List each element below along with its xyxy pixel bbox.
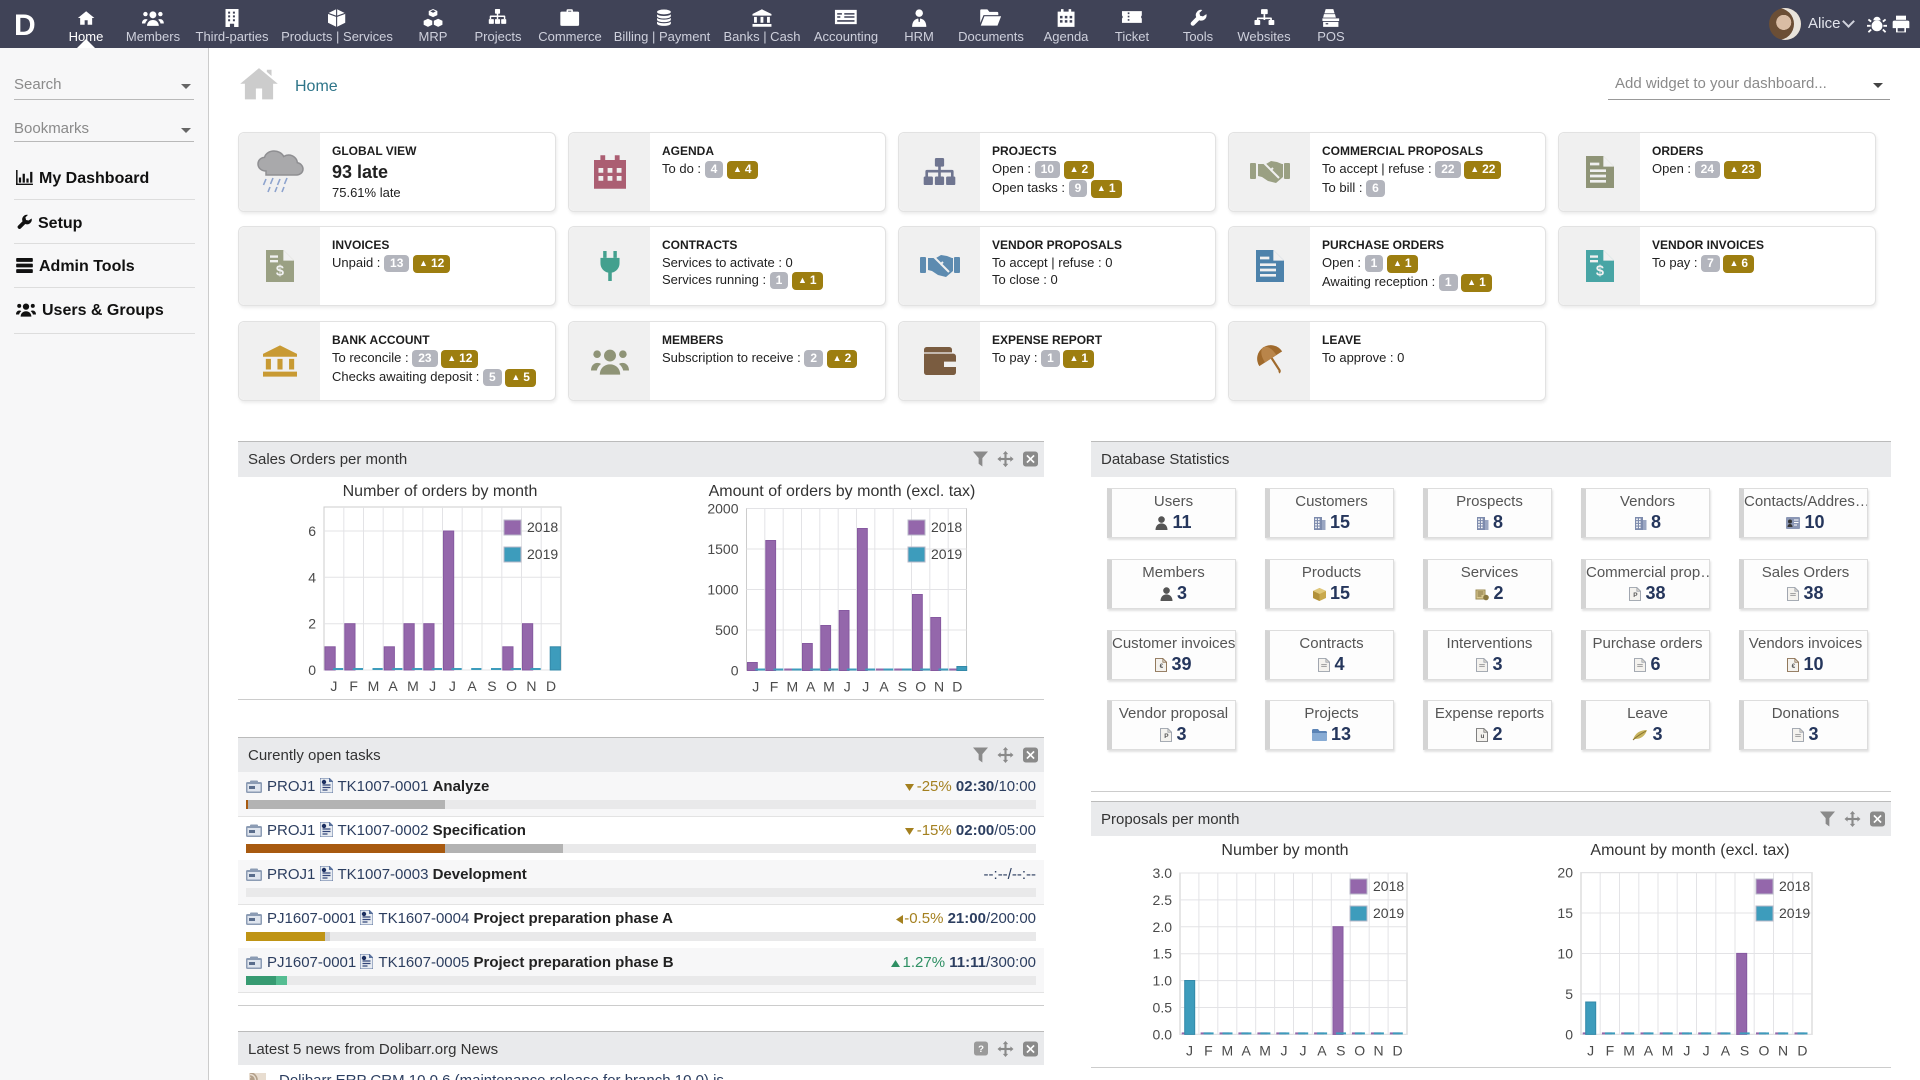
svg-text:O: O (1354, 1042, 1365, 1058)
svg-text:2.5: 2.5 (1153, 892, 1173, 908)
svg-text:6: 6 (308, 523, 316, 539)
svg-text:M: M (368, 678, 380, 694)
svg-text:J: J (1703, 1042, 1710, 1058)
svg-text:J: J (752, 679, 759, 695)
svg-text:2018: 2018 (527, 519, 558, 535)
svg-text:1000: 1000 (707, 582, 738, 598)
svg-text:20: 20 (1557, 865, 1573, 881)
svg-text:S: S (1740, 1042, 1749, 1058)
svg-text:F: F (349, 678, 358, 694)
svg-text:J: J (862, 679, 869, 695)
svg-text:5: 5 (1565, 986, 1573, 1002)
svg-text:4: 4 (308, 569, 316, 585)
svg-text:0: 0 (308, 662, 316, 678)
svg-text:2019: 2019 (1779, 905, 1810, 921)
svg-text:Amount by month (excl. tax): Amount by month (excl. tax) (1590, 842, 1789, 859)
svg-text:J: J (1300, 1042, 1307, 1058)
svg-text:D: D (952, 679, 962, 695)
svg-text:N: N (526, 678, 536, 694)
svg-text:A: A (1721, 1042, 1731, 1058)
svg-text:A: A (467, 678, 477, 694)
svg-text:$: $ (1595, 263, 1603, 279)
svg-text:F: F (1204, 1042, 1213, 1058)
svg-text:D: D (546, 678, 556, 694)
svg-text:1.0: 1.0 (1153, 973, 1173, 989)
svg-text:0.5: 0.5 (1153, 1000, 1173, 1016)
svg-text:J: J (1186, 1042, 1193, 1058)
svg-text:O: O (506, 678, 517, 694)
svg-text:0.0: 0.0 (1153, 1026, 1173, 1042)
svg-text:A: A (1317, 1042, 1327, 1058)
svg-text:S: S (487, 678, 496, 694)
svg-text:J: J (330, 678, 337, 694)
svg-text:J: J (1683, 1042, 1690, 1058)
svg-text:D: D (1797, 1042, 1807, 1058)
svg-text:S: S (898, 679, 907, 695)
svg-text:J: J (1587, 1042, 1594, 1058)
svg-text:A: A (879, 679, 889, 695)
svg-text:2019: 2019 (527, 546, 558, 562)
svg-text:500: 500 (715, 622, 739, 638)
svg-text:2.0: 2.0 (1153, 919, 1173, 935)
svg-text:0: 0 (1565, 1026, 1573, 1042)
svg-text:2018: 2018 (1373, 878, 1404, 894)
svg-text:O: O (915, 679, 926, 695)
svg-text:Number by month: Number by month (1221, 842, 1348, 859)
svg-text:A: A (388, 678, 398, 694)
svg-text:10: 10 (1557, 946, 1573, 962)
svg-text:O: O (1758, 1042, 1769, 1058)
svg-text:3.0: 3.0 (1153, 865, 1173, 881)
svg-text:2018: 2018 (931, 519, 962, 535)
svg-text:1500: 1500 (707, 541, 738, 557)
svg-text:P: P (1634, 592, 1639, 599)
svg-text:N: N (1778, 1042, 1788, 1058)
svg-text:S: S (1336, 1042, 1345, 1058)
svg-text:P: P (1165, 733, 1170, 740)
svg-text:M: M (1623, 1042, 1635, 1058)
svg-text:N: N (1374, 1042, 1384, 1058)
svg-text:J: J (1281, 1042, 1288, 1058)
svg-text:0: 0 (731, 663, 739, 679)
svg-text:A: A (806, 679, 816, 695)
svg-text:D: D (1392, 1042, 1402, 1058)
svg-text:2019: 2019 (931, 546, 962, 562)
svg-text:A: A (1242, 1042, 1252, 1058)
svg-text:N: N (934, 679, 944, 695)
svg-text:J: J (429, 678, 436, 694)
svg-text:M: M (407, 678, 419, 694)
svg-text:1.5: 1.5 (1153, 946, 1173, 962)
svg-text:F: F (1606, 1042, 1615, 1058)
svg-text:2018: 2018 (1779, 878, 1810, 894)
svg-text:€: € (1160, 663, 1164, 670)
svg-text:J: J (844, 679, 851, 695)
svg-text:M: M (823, 679, 835, 695)
svg-text:2: 2 (308, 616, 316, 632)
svg-text:Amount of orders by month (exc: Amount of orders by month (excl. tax) (709, 483, 976, 500)
svg-text:2019: 2019 (1373, 905, 1404, 921)
svg-text:A: A (1644, 1042, 1654, 1058)
svg-text:€: € (1792, 663, 1796, 670)
svg-text:J: J (449, 678, 456, 694)
svg-text:M: M (1259, 1042, 1271, 1058)
svg-text:Number of orders by month: Number of orders by month (343, 483, 538, 500)
svg-text:?: ? (978, 1044, 984, 1055)
svg-text:M: M (786, 679, 798, 695)
svg-text:F: F (770, 679, 779, 695)
svg-text:15: 15 (1557, 905, 1573, 921)
svg-text:2000: 2000 (707, 501, 738, 517)
svg-text:$: $ (275, 263, 283, 279)
svg-text:u: u (1481, 733, 1485, 740)
svg-text:M: M (1221, 1042, 1233, 1058)
svg-text:M: M (1662, 1042, 1674, 1058)
